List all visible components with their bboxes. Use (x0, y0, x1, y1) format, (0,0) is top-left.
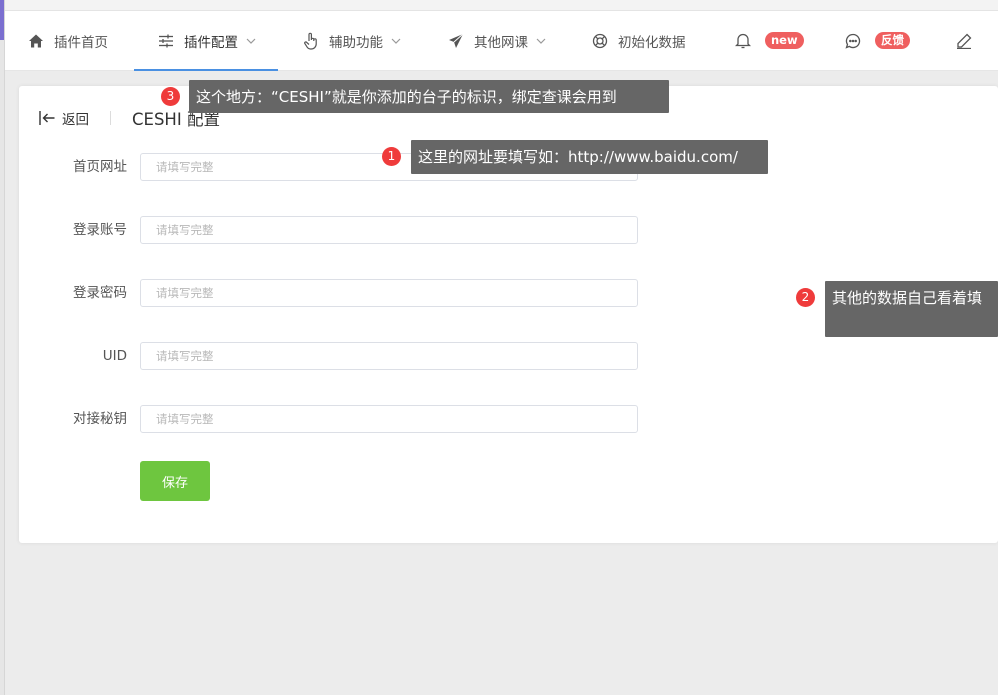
top-navbar: 插件首页 插件配置 辅助功能 其他网课 初始化数据 new 反馈 (5, 11, 998, 71)
arrow-left-icon (39, 111, 55, 125)
api-secret-label: 对接秘钥 (73, 411, 127, 427)
login-password-input[interactable] (140, 279, 638, 307)
annotation-number-3: 3 (161, 87, 180, 106)
annotation-tooltip-3: 这个地方：“CESHI”就是你添加的台子的标识，绑定查课会用到 (189, 80, 669, 113)
nav-item-label: 初始化数据 (618, 34, 686, 51)
paper-plane-icon (449, 33, 464, 48)
new-badge: new (765, 32, 804, 49)
top-strip (5, 0, 998, 11)
form-row-api-secret: 对接秘钥 (39, 405, 639, 435)
nav-item-assist-functions[interactable]: 辅助功能 (303, 11, 401, 70)
nav-item-init-data[interactable]: 初始化数据 (592, 11, 686, 70)
chevron-down-icon (536, 38, 546, 44)
nav-item-label: 插件配置 (184, 34, 238, 51)
login-password-label: 登录密码 (73, 285, 127, 301)
annotation-tooltip-2: 其他的数据自己看着填 (825, 281, 998, 337)
homepage-url-label: 首页网址 (73, 159, 127, 175)
uid-label: UID (102, 348, 127, 364)
login-account-input[interactable] (140, 216, 638, 244)
api-secret-input[interactable] (140, 405, 638, 433)
annotation-number-2: 2 (796, 288, 815, 307)
nav-item-plugin-home[interactable]: 插件首页 (28, 11, 108, 70)
nav-item-other-courses[interactable]: 其他网课 (448, 11, 546, 70)
pen-icon (957, 33, 972, 49)
nav-item-label: 辅助功能 (329, 34, 383, 51)
login-account-label: 登录账号 (73, 222, 127, 238)
left-panel-edge (0, 0, 5, 695)
feedback-badge: 反馈 (875, 32, 910, 49)
form-row-uid: UID (39, 342, 639, 372)
lifebuoy-icon (592, 33, 608, 48)
save-button[interactable]: 保存 (140, 461, 210, 501)
nav-item-notifications[interactable]: new (735, 11, 804, 70)
chevron-down-icon (391, 38, 401, 44)
home-icon (29, 34, 43, 47)
header-divider (110, 111, 111, 125)
nav-item-label: 其他网课 (474, 34, 528, 51)
annotation-tooltip-1: 这里的网址要填写如：http://www.baidu.com/ (411, 140, 768, 174)
nav-item-feedback[interactable]: 反馈 (845, 11, 910, 70)
annotation-number-1: 1 (382, 147, 401, 166)
hand-pointer-icon (304, 32, 317, 50)
sliders-icon (159, 34, 173, 47)
chevron-down-icon (246, 38, 256, 44)
back-label: 返回 (62, 112, 89, 128)
left-accent-strip (0, 0, 4, 40)
uid-input[interactable] (140, 342, 638, 370)
nav-item-plugin-config[interactable]: 插件配置 (134, 11, 278, 71)
form-row-login-password: 登录密码 (39, 279, 639, 309)
chat-icon (845, 33, 861, 49)
back-button[interactable]: 返回 (39, 108, 89, 128)
nav-item-edit[interactable] (956, 11, 982, 70)
form-row-login-account: 登录账号 (39, 216, 639, 246)
nav-item-label: 插件首页 (54, 34, 108, 51)
bell-icon (735, 33, 751, 49)
